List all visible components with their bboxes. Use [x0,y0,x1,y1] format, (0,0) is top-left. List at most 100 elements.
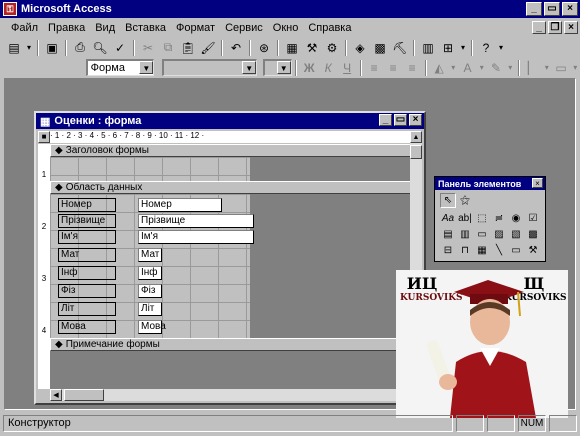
chevron-down-icon[interactable]: ▾ [449,59,459,77]
chevron-down-icon[interactable]: ▾ [477,59,487,77]
toolbox-close-button[interactable]: × [532,178,543,188]
menu-edit[interactable]: Правка [43,22,90,34]
underline-icon[interactable]: Ч [338,59,357,77]
scroll-left-icon[interactable]: ◀ [50,389,62,401]
label-mova[interactable]: Мова [58,320,116,334]
hyperlink-icon[interactable]: ⊛ [254,39,274,57]
page-break-icon[interactable]: ⊟ [440,243,456,258]
menu-view[interactable]: Вид [90,22,120,34]
unbound-frame-icon[interactable]: ▧ [508,227,524,242]
view-icon[interactable]: ▤ [4,39,24,57]
copy-icon[interactable]: ⧉ [158,39,178,57]
font-color-icon[interactable]: A [458,59,477,77]
select-objects-icon[interactable]: ⇖ [440,193,456,208]
print-icon[interactable]: ⎙ [70,39,90,57]
doc-restore-button[interactable]: ❐ [548,21,562,34]
combo-box-icon[interactable]: ▤ [440,227,456,242]
scroll-up-icon[interactable]: ▲ [410,131,422,143]
align-center-icon[interactable]: ≡ [384,59,403,77]
special-effect-icon[interactable]: ▭ [552,59,571,77]
form-footer-section[interactable]: ◆ Примечание формы [50,338,414,351]
menu-tools[interactable]: Сервис [220,22,268,34]
form-design-window[interactable]: ▦ Оценки : форма _ ▭ × ■ · 1 · 2 · 3 · 4… [34,111,426,405]
field-inf[interactable]: Інф [138,266,162,280]
label-inf[interactable]: Інф [58,266,116,280]
help-dropdown-icon[interactable]: ▾ [496,39,506,57]
paste-icon[interactable]: 📋︎ [178,39,198,57]
chevron-down-icon[interactable]: ▼ [276,61,291,74]
form-header-grid[interactable] [50,157,250,181]
chevron-down-icon[interactable]: ▾ [506,59,516,77]
autoformat-icon[interactable]: ⚙ [322,39,342,57]
control-wizards-icon[interactable]: ⚝ [457,193,473,208]
minimize-button[interactable]: _ [526,2,542,16]
label-fiz[interactable]: Фіз [58,284,116,298]
line-tool-icon[interactable]: ╲ [491,243,507,258]
menu-window[interactable]: Окно [268,22,304,34]
more-controls-icon[interactable]: ⚒ [525,243,541,258]
doc-minimize-button[interactable]: _ [532,21,546,34]
font-size-combo[interactable]: ▼ [262,59,292,76]
new-object-icon[interactable]: ⊞ [438,39,458,57]
textbox-tool-icon[interactable]: ab| [457,211,473,226]
chevron-down-icon[interactable]: ▾ [542,59,552,77]
label-name[interactable]: Ім'я [58,230,116,244]
detail-section[interactable]: ◆ Область данных [50,181,414,194]
maximize-button[interactable]: ▭ [544,2,560,16]
menu-help[interactable]: Справка [303,22,356,34]
field-mat[interactable]: Мат [138,248,162,262]
toolbox-palette[interactable]: Панель элементов × ⇖ ⚝ Aa ab| ⬚ ≓ ◉ ☑ ▤ … [434,176,546,262]
command-button-icon[interactable]: ▭ [474,227,490,242]
build-icon[interactable]: ⛏ [390,39,410,57]
tab-control-icon[interactable]: ⊓ [457,243,473,258]
align-left-icon[interactable]: ≡ [365,59,384,77]
menu-file[interactable]: Файл [6,22,43,34]
menu-insert[interactable]: Вставка [120,22,171,34]
menu-format[interactable]: Формат [171,22,220,34]
spelling-icon[interactable]: ✓ [110,39,130,57]
database-window-icon[interactable]: ▥ [418,39,438,57]
line-color-icon[interactable]: ✎ [487,59,506,77]
subform-icon[interactable]: ▦ [474,243,490,258]
bold-icon[interactable]: Ж [300,59,319,77]
chevron-down-icon[interactable]: ▼ [139,61,154,74]
form-selector[interactable]: ■ [38,131,50,143]
field-list-icon[interactable]: ▦ [282,39,302,57]
label-surname[interactable]: Прізвище [58,214,116,228]
field-fiz[interactable]: Фіз [138,284,162,298]
app-title-bar[interactable]: ⚿ Microsoft Access _ ▭ × [0,0,580,18]
option-group-icon[interactable]: ⬚ [474,211,490,226]
chevron-down-icon[interactable]: ▼ [242,61,257,74]
doc-close-button[interactable]: × [564,21,578,34]
toggle-button-icon[interactable]: ≓ [491,211,507,226]
code-icon[interactable]: ◈ [350,39,370,57]
form-minimize-button[interactable]: _ [379,114,392,126]
image-tool-icon[interactable]: ▨ [491,227,507,242]
option-button-icon[interactable]: ◉ [508,211,524,226]
line-width-icon[interactable]: ▏ [523,59,542,77]
align-right-icon[interactable]: ≡ [403,59,422,77]
field-nomer[interactable]: Номер [138,198,222,212]
field-mova[interactable]: Мова [138,320,166,334]
toolbox-icon[interactable]: ⚒ [302,39,322,57]
italic-icon[interactable]: К [319,59,338,77]
save-icon[interactable]: ▣ [42,39,62,57]
checkbox-tool-icon[interactable]: ☑ [525,211,541,226]
list-box-icon[interactable]: ▥ [457,227,473,242]
close-button[interactable]: × [562,2,578,16]
field-surname[interactable]: Прізвище [138,214,254,228]
fill-color-icon[interactable]: ◭ [430,59,449,77]
rectangle-tool-icon[interactable]: ▭ [508,243,524,258]
help-icon[interactable]: ? [476,39,496,57]
form-close-button[interactable]: × [409,114,422,126]
object-combo[interactable]: Форма ▼ [85,59,155,76]
scroll-thumb[interactable] [64,389,104,401]
label-tool-icon[interactable]: Aa [440,211,456,226]
form-maximize-button[interactable]: ▭ [394,114,407,126]
undo-icon[interactable]: ↶ [226,39,246,57]
scroll-thumb[interactable] [410,145,422,159]
field-lit[interactable]: Літ [138,302,162,316]
label-mat[interactable]: Мат [58,248,116,262]
bound-frame-icon[interactable]: ▩ [525,227,541,242]
format-painter-icon[interactable]: 🖌︎ [198,39,218,57]
